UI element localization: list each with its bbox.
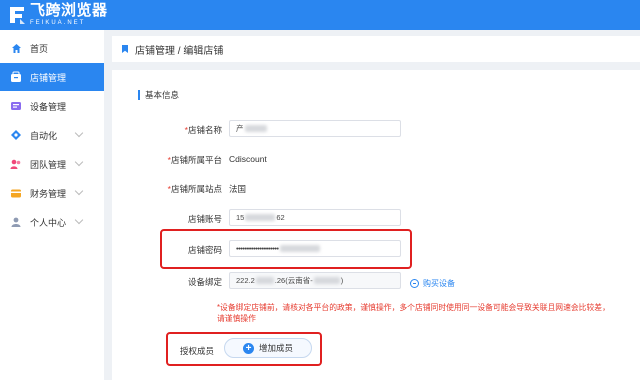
redacted-text: [313, 277, 340, 284]
redacted-text: [245, 214, 276, 221]
platform-value: Cdiscount: [229, 154, 267, 164]
sidebar-item-team-management[interactable]: 团队管理: [0, 150, 104, 178]
app-logo[interactable]: 飞跨浏览器 FEIKUA.NET: [8, 3, 108, 26]
sidebar-item-finance-management[interactable]: 财务管理: [0, 179, 104, 207]
buy-device-link[interactable]: 购买设备: [410, 278, 455, 289]
sidebar-item-label: 财务管理: [30, 188, 67, 199]
sidebar-item-label: 首页: [30, 43, 49, 54]
sidebar-item-label: 自动化: [30, 130, 58, 141]
breadcrumb: 店铺管理 / 编辑店铺: [135, 45, 224, 57]
cart-icon: [410, 279, 419, 288]
highlight-box-members: [166, 332, 322, 366]
user-icon: [10, 216, 22, 228]
site-label: *店铺所属站点: [167, 184, 222, 194]
store-name-input[interactable]: 产: [229, 120, 401, 137]
chevron-down-icon: [74, 186, 84, 196]
device-label: 设备绑定: [187, 277, 222, 287]
chevron-down-icon: [74, 128, 84, 138]
section-title: 基本信息: [138, 90, 179, 100]
site-value: 法国: [229, 184, 247, 194]
platform-label: *店铺所属平台: [167, 155, 222, 165]
top-bar: 飞跨浏览器 FEIKUA.NET: [0, 0, 640, 30]
device-binding-notice: *设备绑定店铺前，请核对各平台的政策，谨慎操作，多个店铺同时使用同一设备可能会导…: [217, 303, 610, 323]
app-domain: FEIKUA.NET: [30, 20, 86, 26]
bookmark-icon: [122, 45, 128, 53]
sidebar-item-label: 设备管理: [30, 101, 67, 112]
home-icon: [10, 42, 22, 54]
device-icon: [10, 100, 22, 112]
store-name-label: *店铺名称: [184, 125, 222, 135]
sidebar-item-home[interactable]: 首页: [0, 34, 104, 62]
team-icon: [10, 158, 22, 170]
sidebar: 首页 店铺管理 设备管理 自动化 团队管理 财务管理 个人中心: [0, 30, 104, 380]
automation-icon: [10, 129, 22, 141]
device-select[interactable]: 222.2.26(云南省-): [229, 272, 401, 289]
sidebar-item-label: 店铺管理: [30, 72, 67, 83]
store-icon: [10, 71, 22, 83]
chevron-down-icon: [74, 157, 84, 167]
sidebar-item-label: 团队管理: [30, 159, 67, 170]
account-input[interactable]: 15 62: [229, 209, 401, 226]
app-name: 飞跨浏览器: [30, 2, 108, 19]
sidebar-item-automation[interactable]: 自动化: [0, 121, 104, 149]
redacted-text: [255, 277, 274, 284]
sidebar-item-store-management[interactable]: 店铺管理: [0, 63, 104, 91]
finance-icon: [10, 187, 22, 199]
highlight-box-password: [160, 229, 412, 269]
sidebar-item-personal-center[interactable]: 个人中心: [0, 208, 104, 236]
logo-icon: [8, 5, 26, 25]
redacted-text: [244, 125, 267, 132]
chevron-down-icon: [74, 215, 84, 225]
sidebar-item-device-management[interactable]: 设备管理: [0, 92, 104, 120]
account-label: 店铺账号: [187, 214, 222, 224]
page-header: 店铺管理 / 编辑店铺: [112, 36, 640, 62]
sidebar-item-label: 个人中心: [30, 217, 67, 228]
